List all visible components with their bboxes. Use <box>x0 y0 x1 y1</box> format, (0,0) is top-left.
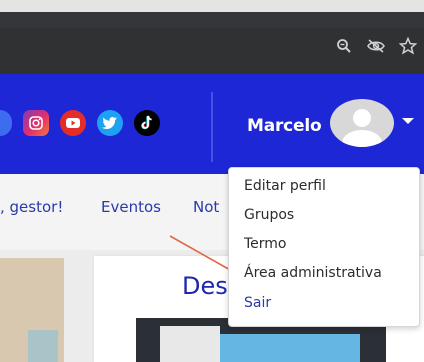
menu-item-grupos[interactable]: Grupos <box>244 207 294 223</box>
user-menu: Editar perfil Grupos Termo Área administ… <box>228 167 420 327</box>
menu-item-sair[interactable]: Sair <box>244 295 271 311</box>
menu-item-termo[interactable]: Termo <box>244 236 287 252</box>
menu-item-area-administrativa[interactable]: Área administrativa <box>244 265 382 281</box>
menu-item-editar-perfil[interactable]: Editar perfil <box>244 178 326 194</box>
